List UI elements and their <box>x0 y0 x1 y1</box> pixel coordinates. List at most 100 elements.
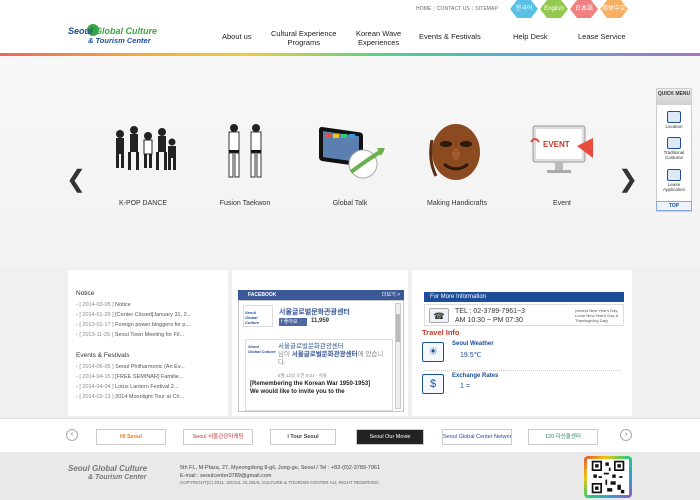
lang-japanese[interactable]: 日本語 <box>570 0 598 18</box>
tablet-globe-image <box>319 126 385 179</box>
rates-value: 1 = <box>460 383 470 390</box>
rates-label: Exchange Rates <box>452 373 499 379</box>
fb-post-body: [Remembering the Korean War 1950-1953] W… <box>250 381 371 395</box>
fb-post-author[interactable]: 서울글로벌문화관광센터 <box>278 343 344 350</box>
sitemap-link[interactable]: SITEMAP <box>475 6 498 12</box>
contact-link[interactable]: CONTACT US <box>437 6 470 12</box>
slide-caption: K-POP DANCE <box>118 200 168 207</box>
fb-page-name[interactable]: 서울글로벌문화관광센터 <box>279 307 350 317</box>
list-item[interactable]: - [ 2013-11-25 ] Seoul Town Meeting for … <box>76 330 226 340</box>
fb-like-button[interactable]: f 좋아요 <box>279 318 307 326</box>
mask-image <box>429 124 480 180</box>
list-item[interactable]: - [ 2013-01-17 ] Foreign power bloggers … <box>76 320 226 330</box>
banner-hi-seoul[interactable]: HI Seoul <box>96 429 166 445</box>
banner-120-dasan[interactable]: 120 다산콜센터 <box>528 429 598 445</box>
fb-post: Seoul Global Culture 서울글로벌문화관광센터 님이 서울글로벌문… <box>245 339 393 411</box>
fb-like-count: 11,959 <box>311 318 330 324</box>
dollar-icon: $ <box>422 374 444 394</box>
quick-menu: QUICK MENU Location Traditional Costume … <box>656 88 692 212</box>
qr-code[interactable] <box>584 456 632 498</box>
lang-chinese[interactable]: 简体中文 <box>600 0 628 18</box>
weather-row[interactable]: ☀ Seoul Weather 19.5℃ <box>422 340 620 368</box>
site-logo[interactable]: Seoul Global Culture & Tourism Center <box>68 24 168 50</box>
slide-caption: Global Talk <box>332 200 368 207</box>
banner-seoul-tourism[interactable]: Seoul 서울관광마케팅 <box>183 429 253 445</box>
header: Seoul Global Culture & Tourism Center Ab… <box>0 18 700 54</box>
facebook-more-link[interactable]: 더보기 > <box>382 290 400 300</box>
lang-english[interactable]: English <box>540 0 568 18</box>
slide-global-talk[interactable]: Global Talk <box>305 120 395 212</box>
fb-post-date: 6월 12일 오전 9:01 · 서울 <box>278 373 327 378</box>
slide-event[interactable]: EVENT Event <box>517 120 607 212</box>
tel-number: TEL : 02-3789-7961~3 <box>455 308 525 315</box>
list-item[interactable]: - [ 2014-03-05 ] Notice <box>76 300 226 310</box>
contact-box: ☎ TEL : 02-3789-7961~3 AM 10:30 ~ PM 07:… <box>424 304 624 326</box>
event-screen-text: EVENT <box>543 140 570 149</box>
footer-copyright: COPYRIGHT(C) 2011. SEOUL GLOBAL CULTURE … <box>180 480 380 485</box>
events-title: Events & Festivals <box>76 352 130 359</box>
phone-icon: ☎ <box>429 308 449 323</box>
utility-links: HOME | CONTACT US | SITEMAP <box>416 6 498 12</box>
fb-scrollbar[interactable] <box>395 303 401 409</box>
nav-help-desk[interactable]: Help Desk <box>513 32 548 41</box>
qr-code-icon <box>587 459 629 495</box>
hero-carousel: ❮ ❯ K-POP DANCE Fusion Taekwon Global Ta… <box>0 56 700 268</box>
thumbs-up-icon: f <box>281 319 283 325</box>
quick-traditional-costume[interactable]: Traditional Costume <box>657 137 691 160</box>
banner-itour-seoul[interactable]: i Tour Seoul <box>270 429 336 445</box>
weather-label: Seoul Weather <box>452 341 494 347</box>
carousel-prev-icon[interactable]: ❮ <box>66 168 86 192</box>
news-panel: Notice - [ 2014-03-05 ] Notice - [ 2014-… <box>68 270 228 416</box>
info-header: For More Information <box>424 292 624 302</box>
exchange-row[interactable]: $ Exchange Rates 1 = <box>422 372 620 400</box>
top-button[interactable]: TOP <box>656 201 692 211</box>
slide-fusion-taekwon[interactable]: Fusion Taekwon <box>200 120 290 212</box>
taekwondo-image <box>228 124 262 178</box>
logo-tourism-center: & Tourism Center <box>88 36 151 45</box>
footer-logo: Seoul Global Culture & Tourism Center <box>68 464 148 481</box>
quick-lease-application[interactable]: Lease Application <box>657 169 691 192</box>
banner-prev-icon[interactable]: ‹ <box>66 429 78 441</box>
list-item[interactable]: - [ 2014-01-29 ] [Center Closed]January … <box>76 310 226 320</box>
banner-seoul-movie[interactable]: Seoul Our Movie <box>356 429 424 445</box>
footer-address: 5th FL, M-Plaza, 27, Myeongdong 8-gil, J… <box>180 465 381 479</box>
nav-events-festivals[interactable]: Events & Festivals <box>419 32 481 41</box>
monitor-event-image <box>530 125 593 173</box>
footer: Seoul Global Culture & Tourism Center 5t… <box>0 452 700 500</box>
carousel-next-icon[interactable]: ❯ <box>618 168 638 192</box>
fb-post-target[interactable]: 서울글로벌문화관광센터 <box>292 351 358 358</box>
hours-note: (except New Year's Day, Lunar New Year's… <box>575 308 619 323</box>
facebook-header: FACEBOOK 더보기 > <box>238 290 404 300</box>
home-link[interactable]: HOME <box>416 6 431 12</box>
slide-kpop-dance[interactable]: K-POP DANCE <box>98 120 188 212</box>
facebook-panel: FACEBOOK 더보기 > Seoul Global Culture 서울글로벌… <box>232 270 408 416</box>
facebook-title: FACEBOOK <box>248 292 277 298</box>
nav-korean-wave[interactable]: Korean Wave Experiences <box>356 29 401 47</box>
quick-menu-title: QUICK MENU <box>657 89 691 105</box>
banner-next-icon[interactable]: › <box>620 429 632 441</box>
top-bar: HOME | CONTACT US | SITEMAP 한국어 English 日本語 … <box>0 0 700 18</box>
fb-page-logo: Seoul Global Culture <box>243 305 273 327</box>
logo-seoul: Seoul <box>68 26 96 36</box>
weather-value: 19.5℃ <box>460 352 482 359</box>
quick-location[interactable]: Location <box>657 111 691 129</box>
divider <box>424 370 620 371</box>
facebook-widget: Seoul Global Culture 서울글로벌문화관광센터 f 좋아요 11… <box>238 300 404 412</box>
nav-about-us[interactable]: About us <box>222 32 252 41</box>
office-hours: AM 10:30 ~ PM 07:30 <box>455 317 523 324</box>
slide-caption: Event <box>553 200 571 207</box>
list-item[interactable]: - [ 2014-04-04 ] Lotus Lantern Festival … <box>76 382 226 392</box>
notice-title: Notice <box>76 290 95 297</box>
dancers-image <box>116 126 176 170</box>
slide-caption: Fusion Taekwon <box>219 200 271 207</box>
slide-making-handicrafts[interactable]: Making Handicrafts <box>412 120 502 212</box>
lang-korean[interactable]: 한국어 <box>510 0 538 18</box>
nav-cultural-experience[interactable]: Cultural Experience Programs <box>271 29 336 47</box>
list-item[interactable]: - [ 2014-04-15 ] [FREE SEMINAR] Familie.… <box>76 372 226 382</box>
list-item[interactable]: - [ 2014-06-05 ] Seoul Philharmonic (An … <box>76 362 226 372</box>
costume-icon <box>667 137 681 149</box>
sun-icon: ☀ <box>422 342 444 362</box>
nav-lease-service[interactable]: Lease Service <box>578 32 626 41</box>
banner-global-center[interactable]: Seoul Global Center Network <box>442 429 512 445</box>
list-item[interactable]: - [ 2014-03-13 ] 2014 Moonlight Tour at … <box>76 392 226 402</box>
